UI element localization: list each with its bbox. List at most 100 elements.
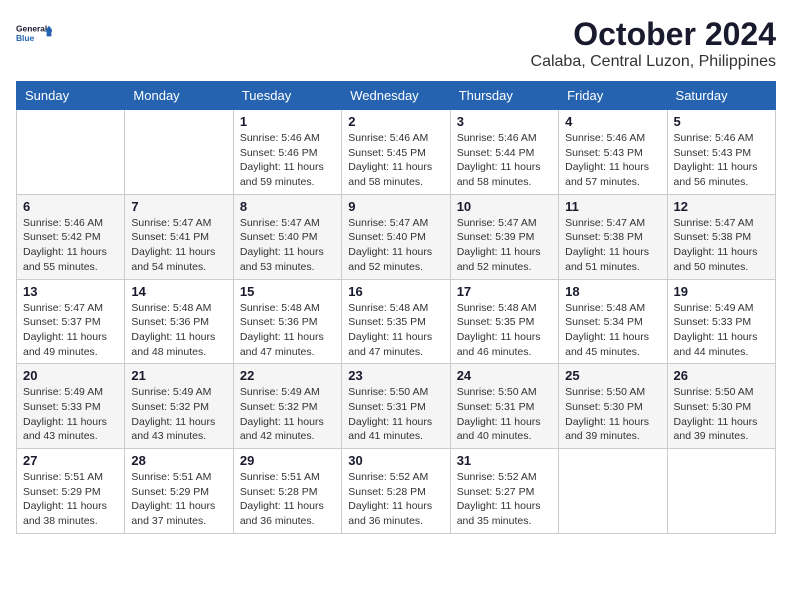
calendar-cell-3-3: 23 Sunrise: 5:50 AMSunset: 5:31 PMDaylig…	[342, 364, 450, 449]
day-number: 24	[457, 368, 552, 383]
header-wednesday: Wednesday	[342, 82, 450, 110]
day-info: Sunrise: 5:47 AMSunset: 5:40 PMDaylight:…	[348, 217, 432, 273]
day-info: Sunrise: 5:51 AMSunset: 5:29 PMDaylight:…	[131, 471, 215, 527]
calendar-cell-4-5	[559, 449, 667, 534]
calendar-cell-4-4: 31 Sunrise: 5:52 AMSunset: 5:27 PMDaylig…	[450, 449, 558, 534]
svg-text:General: General	[16, 24, 47, 34]
day-number: 14	[131, 284, 226, 299]
day-info: Sunrise: 5:48 AMSunset: 5:36 PMDaylight:…	[131, 302, 215, 358]
calendar-cell-2-0: 13 Sunrise: 5:47 AMSunset: 5:37 PMDaylig…	[17, 279, 125, 364]
week-row-3: 13 Sunrise: 5:47 AMSunset: 5:37 PMDaylig…	[17, 279, 776, 364]
day-info: Sunrise: 5:48 AMSunset: 5:34 PMDaylight:…	[565, 302, 649, 358]
week-row-4: 20 Sunrise: 5:49 AMSunset: 5:33 PMDaylig…	[17, 364, 776, 449]
day-info: Sunrise: 5:47 AMSunset: 5:41 PMDaylight:…	[131, 217, 215, 273]
calendar-cell-0-1	[125, 110, 233, 195]
calendar-cell-2-5: 18 Sunrise: 5:48 AMSunset: 5:34 PMDaylig…	[559, 279, 667, 364]
day-number: 18	[565, 284, 660, 299]
calendar-cell-3-2: 22 Sunrise: 5:49 AMSunset: 5:32 PMDaylig…	[233, 364, 341, 449]
calendar-cell-2-2: 15 Sunrise: 5:48 AMSunset: 5:36 PMDaylig…	[233, 279, 341, 364]
day-number: 3	[457, 114, 552, 129]
day-info: Sunrise: 5:50 AMSunset: 5:30 PMDaylight:…	[674, 386, 758, 442]
calendar-cell-1-0: 6 Sunrise: 5:46 AMSunset: 5:42 PMDayligh…	[17, 194, 125, 279]
svg-text:Blue: Blue	[16, 33, 35, 43]
header-thursday: Thursday	[450, 82, 558, 110]
calendar-cell-3-6: 26 Sunrise: 5:50 AMSunset: 5:30 PMDaylig…	[667, 364, 775, 449]
day-info: Sunrise: 5:48 AMSunset: 5:35 PMDaylight:…	[457, 302, 541, 358]
day-info: Sunrise: 5:47 AMSunset: 5:38 PMDaylight:…	[565, 217, 649, 273]
header-saturday: Saturday	[667, 82, 775, 110]
calendar-cell-1-3: 9 Sunrise: 5:47 AMSunset: 5:40 PMDayligh…	[342, 194, 450, 279]
day-number: 21	[131, 368, 226, 383]
day-info: Sunrise: 5:49 AMSunset: 5:32 PMDaylight:…	[240, 386, 324, 442]
day-info: Sunrise: 5:47 AMSunset: 5:39 PMDaylight:…	[457, 217, 541, 273]
day-info: Sunrise: 5:47 AMSunset: 5:38 PMDaylight:…	[674, 217, 758, 273]
day-number: 5	[674, 114, 769, 129]
day-number: 4	[565, 114, 660, 129]
header-monday: Monday	[125, 82, 233, 110]
day-info: Sunrise: 5:49 AMSunset: 5:33 PMDaylight:…	[23, 386, 107, 442]
calendar-cell-0-0	[17, 110, 125, 195]
calendar-cell-2-6: 19 Sunrise: 5:49 AMSunset: 5:33 PMDaylig…	[667, 279, 775, 364]
location-title: Calaba, Central Luzon, Philippines	[531, 53, 776, 71]
day-info: Sunrise: 5:52 AMSunset: 5:28 PMDaylight:…	[348, 471, 432, 527]
calendar-cell-0-3: 2 Sunrise: 5:46 AMSunset: 5:45 PMDayligh…	[342, 110, 450, 195]
calendar-cell-1-6: 12 Sunrise: 5:47 AMSunset: 5:38 PMDaylig…	[667, 194, 775, 279]
calendar-cell-0-4: 3 Sunrise: 5:46 AMSunset: 5:44 PMDayligh…	[450, 110, 558, 195]
day-number: 9	[348, 199, 443, 214]
calendar-cell-3-0: 20 Sunrise: 5:49 AMSunset: 5:33 PMDaylig…	[17, 364, 125, 449]
day-number: 16	[348, 284, 443, 299]
day-number: 27	[23, 453, 118, 468]
calendar-cell-0-5: 4 Sunrise: 5:46 AMSunset: 5:43 PMDayligh…	[559, 110, 667, 195]
day-number: 25	[565, 368, 660, 383]
day-number: 26	[674, 368, 769, 383]
day-number: 1	[240, 114, 335, 129]
header-tuesday: Tuesday	[233, 82, 341, 110]
logo-svg: General Blue	[16, 16, 52, 52]
calendar-cell-0-2: 1 Sunrise: 5:46 AMSunset: 5:46 PMDayligh…	[233, 110, 341, 195]
day-number: 28	[131, 453, 226, 468]
day-info: Sunrise: 5:49 AMSunset: 5:32 PMDaylight:…	[131, 386, 215, 442]
day-number: 6	[23, 199, 118, 214]
calendar-cell-3-1: 21 Sunrise: 5:49 AMSunset: 5:32 PMDaylig…	[125, 364, 233, 449]
day-number: 13	[23, 284, 118, 299]
day-info: Sunrise: 5:46 AMSunset: 5:46 PMDaylight:…	[240, 132, 324, 188]
day-info: Sunrise: 5:46 AMSunset: 5:44 PMDaylight:…	[457, 132, 541, 188]
day-info: Sunrise: 5:52 AMSunset: 5:27 PMDaylight:…	[457, 471, 541, 527]
month-title: October 2024	[531, 16, 776, 53]
calendar-cell-4-1: 28 Sunrise: 5:51 AMSunset: 5:29 PMDaylig…	[125, 449, 233, 534]
day-number: 29	[240, 453, 335, 468]
header-friday: Friday	[559, 82, 667, 110]
day-number: 17	[457, 284, 552, 299]
calendar-cell-4-2: 29 Sunrise: 5:51 AMSunset: 5:28 PMDaylig…	[233, 449, 341, 534]
week-row-5: 27 Sunrise: 5:51 AMSunset: 5:29 PMDaylig…	[17, 449, 776, 534]
calendar-cell-3-4: 24 Sunrise: 5:50 AMSunset: 5:31 PMDaylig…	[450, 364, 558, 449]
day-number: 8	[240, 199, 335, 214]
calendar-cell-4-6	[667, 449, 775, 534]
day-info: Sunrise: 5:46 AMSunset: 5:42 PMDaylight:…	[23, 217, 107, 273]
day-number: 31	[457, 453, 552, 468]
day-number: 11	[565, 199, 660, 214]
calendar-cell-3-5: 25 Sunrise: 5:50 AMSunset: 5:30 PMDaylig…	[559, 364, 667, 449]
day-info: Sunrise: 5:51 AMSunset: 5:29 PMDaylight:…	[23, 471, 107, 527]
day-number: 23	[348, 368, 443, 383]
day-info: Sunrise: 5:50 AMSunset: 5:31 PMDaylight:…	[457, 386, 541, 442]
calendar-cell-1-1: 7 Sunrise: 5:47 AMSunset: 5:41 PMDayligh…	[125, 194, 233, 279]
day-info: Sunrise: 5:47 AMSunset: 5:37 PMDaylight:…	[23, 302, 107, 358]
week-row-1: 1 Sunrise: 5:46 AMSunset: 5:46 PMDayligh…	[17, 110, 776, 195]
calendar-cell-0-6: 5 Sunrise: 5:46 AMSunset: 5:43 PMDayligh…	[667, 110, 775, 195]
title-area: October 2024 Calaba, Central Luzon, Phil…	[531, 16, 776, 71]
day-info: Sunrise: 5:49 AMSunset: 5:33 PMDaylight:…	[674, 302, 758, 358]
calendar-cell-4-3: 30 Sunrise: 5:52 AMSunset: 5:28 PMDaylig…	[342, 449, 450, 534]
day-number: 7	[131, 199, 226, 214]
calendar-cell-1-5: 11 Sunrise: 5:47 AMSunset: 5:38 PMDaylig…	[559, 194, 667, 279]
day-number: 30	[348, 453, 443, 468]
day-info: Sunrise: 5:51 AMSunset: 5:28 PMDaylight:…	[240, 471, 324, 527]
day-number: 20	[23, 368, 118, 383]
day-info: Sunrise: 5:48 AMSunset: 5:36 PMDaylight:…	[240, 302, 324, 358]
day-number: 19	[674, 284, 769, 299]
day-number: 22	[240, 368, 335, 383]
day-number: 2	[348, 114, 443, 129]
header: General Blue October 2024 Calaba, Centra…	[16, 16, 776, 71]
week-row-2: 6 Sunrise: 5:46 AMSunset: 5:42 PMDayligh…	[17, 194, 776, 279]
calendar-cell-2-3: 16 Sunrise: 5:48 AMSunset: 5:35 PMDaylig…	[342, 279, 450, 364]
